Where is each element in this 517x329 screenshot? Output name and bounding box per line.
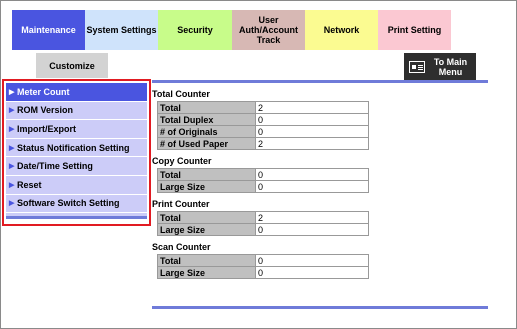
print-counter-table: Total 2 Large Size 0 [157, 211, 369, 236]
section-title-total-counter: Total Counter [152, 89, 210, 99]
section-title-scan-counter: Scan Counter [152, 242, 211, 252]
arrow-right-icon: ▶ [9, 88, 15, 96]
table-row: Total 2 [157, 101, 369, 114]
row-label: # of Used Paper [157, 137, 256, 150]
tab-maintenance[interactable]: Maintenance [12, 10, 85, 50]
copy-counter-table: Total 0 Large Size 0 [157, 168, 369, 193]
row-value: 2 [255, 137, 369, 150]
row-label: # of Originals [157, 125, 256, 138]
table-row: Large Size 0 [157, 223, 369, 236]
table-row: Total Duplex 0 [157, 113, 369, 126]
arrow-right-icon: ▶ [9, 181, 15, 189]
sidebar-item-label: Software Switch Setting [17, 198, 120, 209]
row-value: 2 [255, 211, 369, 224]
sidebar-item-label: Meter Count [17, 86, 70, 97]
divider [152, 80, 488, 83]
sidebar-item-status-notification[interactable]: ▶ Status Notification Setting [6, 139, 147, 158]
row-label: Large Size [157, 266, 256, 279]
sidebar-divider [6, 216, 147, 220]
sidebar-item-meter-count[interactable]: ▶ Meter Count [6, 83, 147, 102]
arrow-right-icon: ▶ [9, 107, 15, 115]
row-label: Large Size [157, 223, 256, 236]
row-label: Total Duplex [157, 113, 256, 126]
arrow-right-icon: ▶ [9, 125, 15, 133]
sidebar-highlight: ▶ Meter Count ▶ ROM Version ▶ Import/Exp… [2, 79, 151, 226]
row-value: 0 [255, 180, 369, 193]
row-label: Total [157, 211, 256, 224]
section-title-print-counter: Print Counter [152, 199, 210, 209]
tab-print-setting[interactable]: Print Setting [378, 10, 451, 50]
sidebar-item-date-time[interactable]: ▶ Date/Time Setting [6, 157, 147, 176]
arrow-right-icon: ▶ [9, 163, 15, 171]
row-value: 0 [255, 223, 369, 236]
table-row: # of Originals 0 [157, 125, 369, 138]
arrow-right-icon: ▶ [9, 144, 15, 152]
sidebar-item-label: Date/Time Setting [17, 161, 93, 172]
sidebar-item-label: Reset [17, 179, 42, 190]
top-tabs: Maintenance System Settings Security Use… [12, 10, 451, 50]
row-value: 0 [255, 113, 369, 126]
subtab-customize[interactable]: Customize [36, 53, 108, 78]
row-label: Total [157, 254, 256, 267]
row-value: 0 [255, 254, 369, 267]
table-row: Large Size 0 [157, 266, 369, 279]
row-label: Total [157, 168, 256, 181]
row-value: 2 [255, 101, 369, 114]
table-row: Total 0 [157, 168, 369, 181]
divider [152, 306, 488, 309]
tab-network[interactable]: Network [305, 10, 378, 50]
sidebar-item-label: Status Notification Setting [17, 142, 130, 153]
menu-icon [409, 60, 425, 73]
table-row: Large Size 0 [157, 180, 369, 193]
sidebar-item-import-export[interactable]: ▶ Import/Export [6, 120, 147, 139]
table-row: Total 0 [157, 254, 369, 267]
sidebar-item-label: Import/Export [17, 123, 77, 134]
table-row: Total 2 [157, 211, 369, 224]
to-main-menu-button[interactable]: To Main Menu [404, 53, 476, 80]
row-value: 0 [255, 168, 369, 181]
tab-security[interactable]: Security [158, 10, 232, 50]
sidebar-item-reset[interactable]: ▶ Reset [6, 176, 147, 195]
total-counter-table: Total 2 Total Duplex 0 # of Originals 0 # o… [157, 101, 369, 150]
sidebar-item-software-switch[interactable]: ▶ Software Switch Setting [6, 195, 147, 214]
sidebar-item-label: ROM Version [17, 105, 74, 116]
row-value: 0 [255, 266, 369, 279]
main-content: Total Counter Total 2 Total Duplex 0 # of … [152, 88, 492, 284]
section-title-copy-counter: Copy Counter [152, 156, 212, 166]
arrow-right-icon: ▶ [9, 200, 15, 208]
row-label: Large Size [157, 180, 256, 193]
scan-counter-table: Total 0 Large Size 0 [157, 254, 369, 279]
tab-system-settings[interactable]: System Settings [85, 10, 158, 50]
table-row: # of Used Paper 2 [157, 137, 369, 150]
to-main-menu-label: To Main Menu [433, 56, 468, 77]
sidebar-item-rom-version[interactable]: ▶ ROM Version [6, 102, 147, 121]
row-value: 0 [255, 125, 369, 138]
tab-user-auth-account-track[interactable]: User Auth/Account Track [232, 10, 305, 50]
row-label: Total [157, 101, 256, 114]
sidebar: ▶ Meter Count ▶ ROM Version ▶ Import/Exp… [6, 83, 147, 220]
